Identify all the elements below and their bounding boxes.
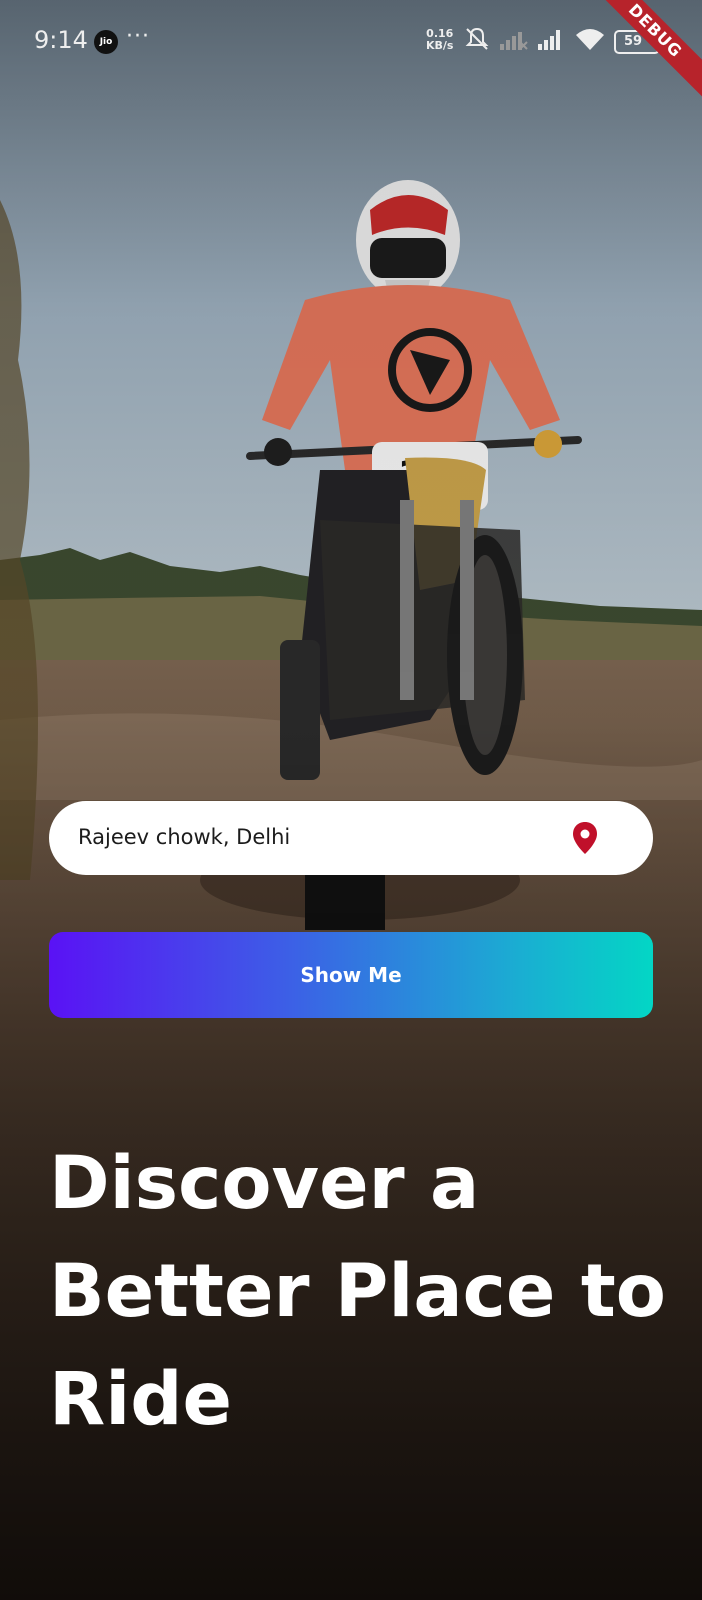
wifi-icon (576, 29, 604, 50)
network-speed-unit: KB/s (426, 39, 454, 52)
location-pin-icon[interactable] (573, 822, 597, 854)
status-bar: 9:14 Jio ··· 0.16 KB/s 59 (0, 0, 702, 86)
mute-icon (465, 27, 489, 50)
more-notifications-icon: ··· (126, 24, 150, 49)
location-value[interactable]: Rajeev chowk, Delhi (78, 825, 290, 849)
onboarding-screen: 3 9:14 Jio ··· 0.16 KB/s (0, 0, 702, 1600)
hero-headline: Discover a Better Place to Ride (49, 1141, 666, 1442)
jio-icon: Jio (94, 30, 118, 54)
battery-level: 59 (624, 34, 643, 49)
signal-icon (538, 30, 560, 50)
signal-icon (500, 32, 528, 50)
location-field[interactable]: Rajeev chowk, Delhi (49, 801, 653, 875)
show-me-button[interactable]: Show Me (49, 932, 653, 1018)
network-speed: 0.16 KB/s (426, 28, 453, 52)
status-time: 9:14 (34, 26, 88, 54)
